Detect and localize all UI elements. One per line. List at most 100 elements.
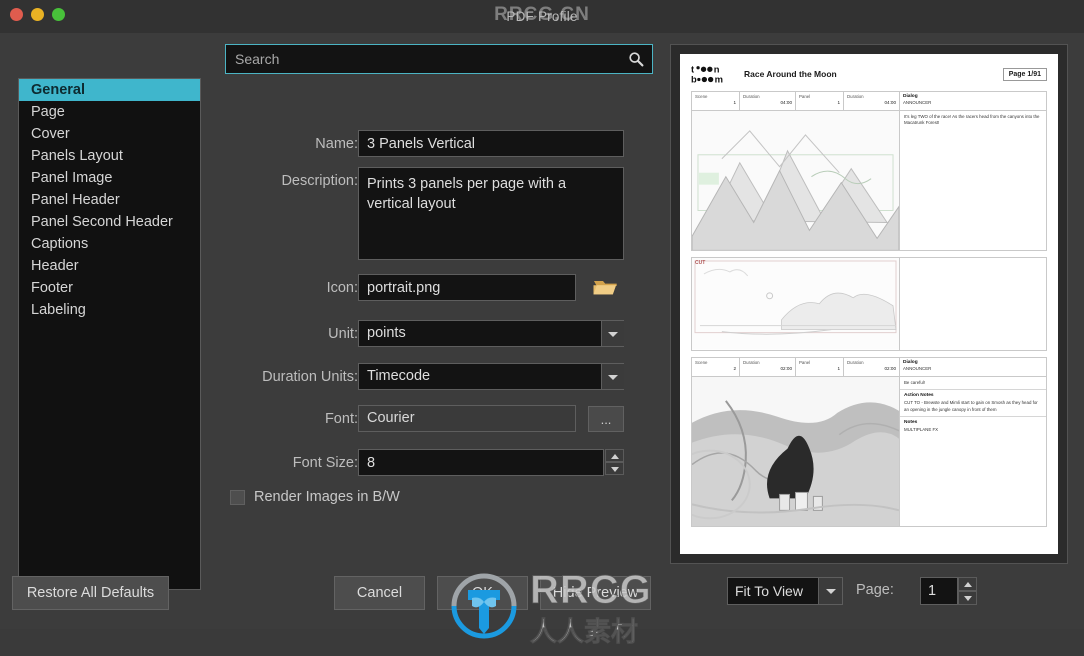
sidebar-item-header[interactable]: Header (19, 255, 200, 277)
dialog-body: General Page Cover Panels Layout Panel I… (0, 33, 1084, 648)
toon-boom-logo: t n b m (691, 63, 723, 85)
panel-block[interactable]: CUT (691, 257, 1047, 351)
page-label: Page: (856, 582, 894, 598)
chevron-down-icon[interactable] (819, 577, 843, 605)
sidebar-item-label: Panel Header (31, 192, 120, 208)
unit-label: Unit: (328, 326, 358, 342)
scene-cell: Scene 1 (692, 92, 740, 110)
sidebar-item-label: Header (31, 258, 79, 274)
scene-value: 1 (733, 99, 736, 105)
restore-all-defaults-button[interactable]: Restore All Defaults (12, 576, 169, 610)
sidebar-item-label: Cover (31, 126, 70, 142)
ok-button[interactable]: OK (437, 576, 528, 610)
duration-units-label: Duration Units: (262, 369, 358, 385)
panel-meta-row: Scene 2 Duration 02:00 Panel 1 Duration … (692, 357, 1046, 377)
dialog-speaker: ANNOUNCER (903, 100, 932, 106)
sidebar-item-labeling[interactable]: Labeling (19, 299, 200, 321)
search-input[interactable] (226, 45, 624, 73)
svg-text:m: m (715, 74, 723, 85)
font-value: Courier (358, 405, 576, 432)
panel-body-row: Be careful! Action Notes CUT TO - Brewst… (692, 376, 1046, 527)
sidebar-item-panel-image[interactable]: Panel Image (19, 167, 200, 189)
stepper-up-icon[interactable] (958, 577, 977, 591)
panel-value: 1 (837, 365, 840, 371)
folder-icon[interactable] (592, 276, 620, 300)
panel-thumbnail-cell[interactable]: CUT (692, 258, 900, 350)
category-list[interactable]: General Page Cover Panels Layout Panel I… (18, 78, 201, 590)
dialog-note: It's leg TWO of the race! As the racers … (900, 111, 1046, 130)
dialog-header-cell: Dialog ANNOUNCER (900, 358, 1046, 376)
window-title: PDF Profile (506, 9, 578, 24)
sidebar-item-footer[interactable]: Footer (19, 277, 200, 299)
action-notes-text: CUT TO - Brewste and Mimli start to gain… (904, 400, 1038, 412)
pdf-page-preview[interactable]: t n b m Race Around the Moon Page 1/91 S… (680, 54, 1058, 554)
svg-text:n: n (714, 63, 720, 74)
sidebar-item-captions[interactable]: Captions (19, 233, 200, 255)
panel-duration-value: 02:00 (884, 365, 897, 371)
font-size-stepper[interactable] (605, 449, 624, 476)
panel-notes-cell: Be careful! Action Notes CUT TO - Brewst… (900, 377, 1046, 526)
preview-panel: t n b m Race Around the Moon Page 1/91 S… (670, 44, 1068, 564)
panel-thumbnail-cell[interactable] (692, 111, 900, 251)
cancel-button[interactable]: Cancel (334, 576, 425, 610)
panel-cell: Panel 1 (796, 92, 844, 110)
stepper-down-icon[interactable] (605, 462, 624, 475)
name-input[interactable] (358, 130, 624, 157)
panel-block[interactable]: Scene 2 Duration 02:00 Panel 1 Duration … (691, 356, 1047, 528)
stepper-down-icon[interactable] (958, 591, 977, 605)
sidebar-item-panel-header[interactable]: Panel Header (19, 189, 200, 211)
hide-preview-button[interactable]: Hide Preview (540, 576, 651, 610)
panel-block[interactable]: Scene 1 Duration 04:00 Panel 1 Duration … (691, 91, 1047, 252)
search-icon (629, 52, 644, 67)
svg-text:b: b (691, 74, 697, 85)
sidebar-item-label: Captions (31, 236, 89, 252)
name-label: Name: (315, 136, 358, 152)
sidebar-item-cover[interactable]: Cover (19, 123, 200, 145)
panel-thumbnail-cell[interactable] (692, 376, 900, 527)
render-bw-checkbox-row[interactable]: Render Images in B/W (230, 489, 400, 505)
zoom-mode-select[interactable]: Fit To View (727, 577, 819, 605)
description-label: Description: (281, 173, 358, 189)
document-title: Race Around the Moon (744, 69, 837, 79)
page-number-input[interactable] (920, 577, 958, 605)
render-bw-label: Render Images in B/W (254, 489, 400, 505)
stepper-up-icon[interactable] (605, 449, 624, 462)
chevron-down-icon[interactable] (601, 321, 624, 346)
search-field-wrapper[interactable] (225, 44, 653, 74)
dialog-speaker: ANNOUNCER (903, 366, 932, 372)
action-notes-heading: Action Notes (904, 393, 934, 399)
font-browse-button[interactable]: ... (588, 406, 624, 432)
page-stepper[interactable] (958, 577, 977, 605)
dialog-note: Be careful! (900, 377, 1046, 391)
sidebar-item-panels-layout[interactable]: Panels Layout (19, 145, 200, 167)
storyboard-thumbnail-icon (692, 111, 899, 251)
sidebar-item-general[interactable]: General (19, 79, 200, 101)
font-size-input[interactable] (358, 449, 604, 476)
sidebar-item-panel-second-header[interactable]: Panel Second Header (19, 211, 200, 233)
sidebar-item-label: Panels Layout (31, 148, 123, 164)
duration-units-select[interactable]: Timecode (358, 363, 624, 390)
sidebar-item-page[interactable]: Page (19, 101, 200, 123)
render-bw-checkbox[interactable] (230, 489, 245, 505)
dialog-header-cell: Dialog ANNOUNCER (900, 92, 1046, 110)
panel-notes-cell (900, 258, 1046, 350)
chevron-down-icon[interactable] (601, 364, 624, 389)
scene-cell: Scene 2 (692, 357, 740, 376)
panel-duration-cell: Duration 04:00 (844, 92, 900, 110)
scene-duration-value: 04:00 (780, 99, 793, 105)
watermark-brand-sub: 人人素材 (530, 617, 639, 648)
sidebar-item-label: General (31, 82, 85, 98)
unit-select[interactable]: points (358, 320, 624, 347)
panel-meta-row: Scene 1 Duration 04:00 Panel 1 Duration … (692, 92, 1046, 111)
sidebar-item-label: Panel Second Header (31, 214, 173, 230)
icon-path-input[interactable] (358, 274, 576, 301)
description-textarea[interactable]: Prints 3 panels per page with a vertical… (358, 167, 624, 260)
notes-heading: Notes (904, 419, 918, 425)
svg-text:t: t (691, 63, 695, 74)
panel-value: 1 (837, 99, 840, 105)
panel-duration-value: 04:00 (884, 99, 897, 105)
panel-duration-cell: Duration 02:00 (844, 357, 900, 376)
sidebar-item-label: Panel Image (31, 170, 113, 186)
sidebar-item-label: Labeling (31, 302, 86, 318)
cut-tag: CUT (695, 260, 706, 267)
